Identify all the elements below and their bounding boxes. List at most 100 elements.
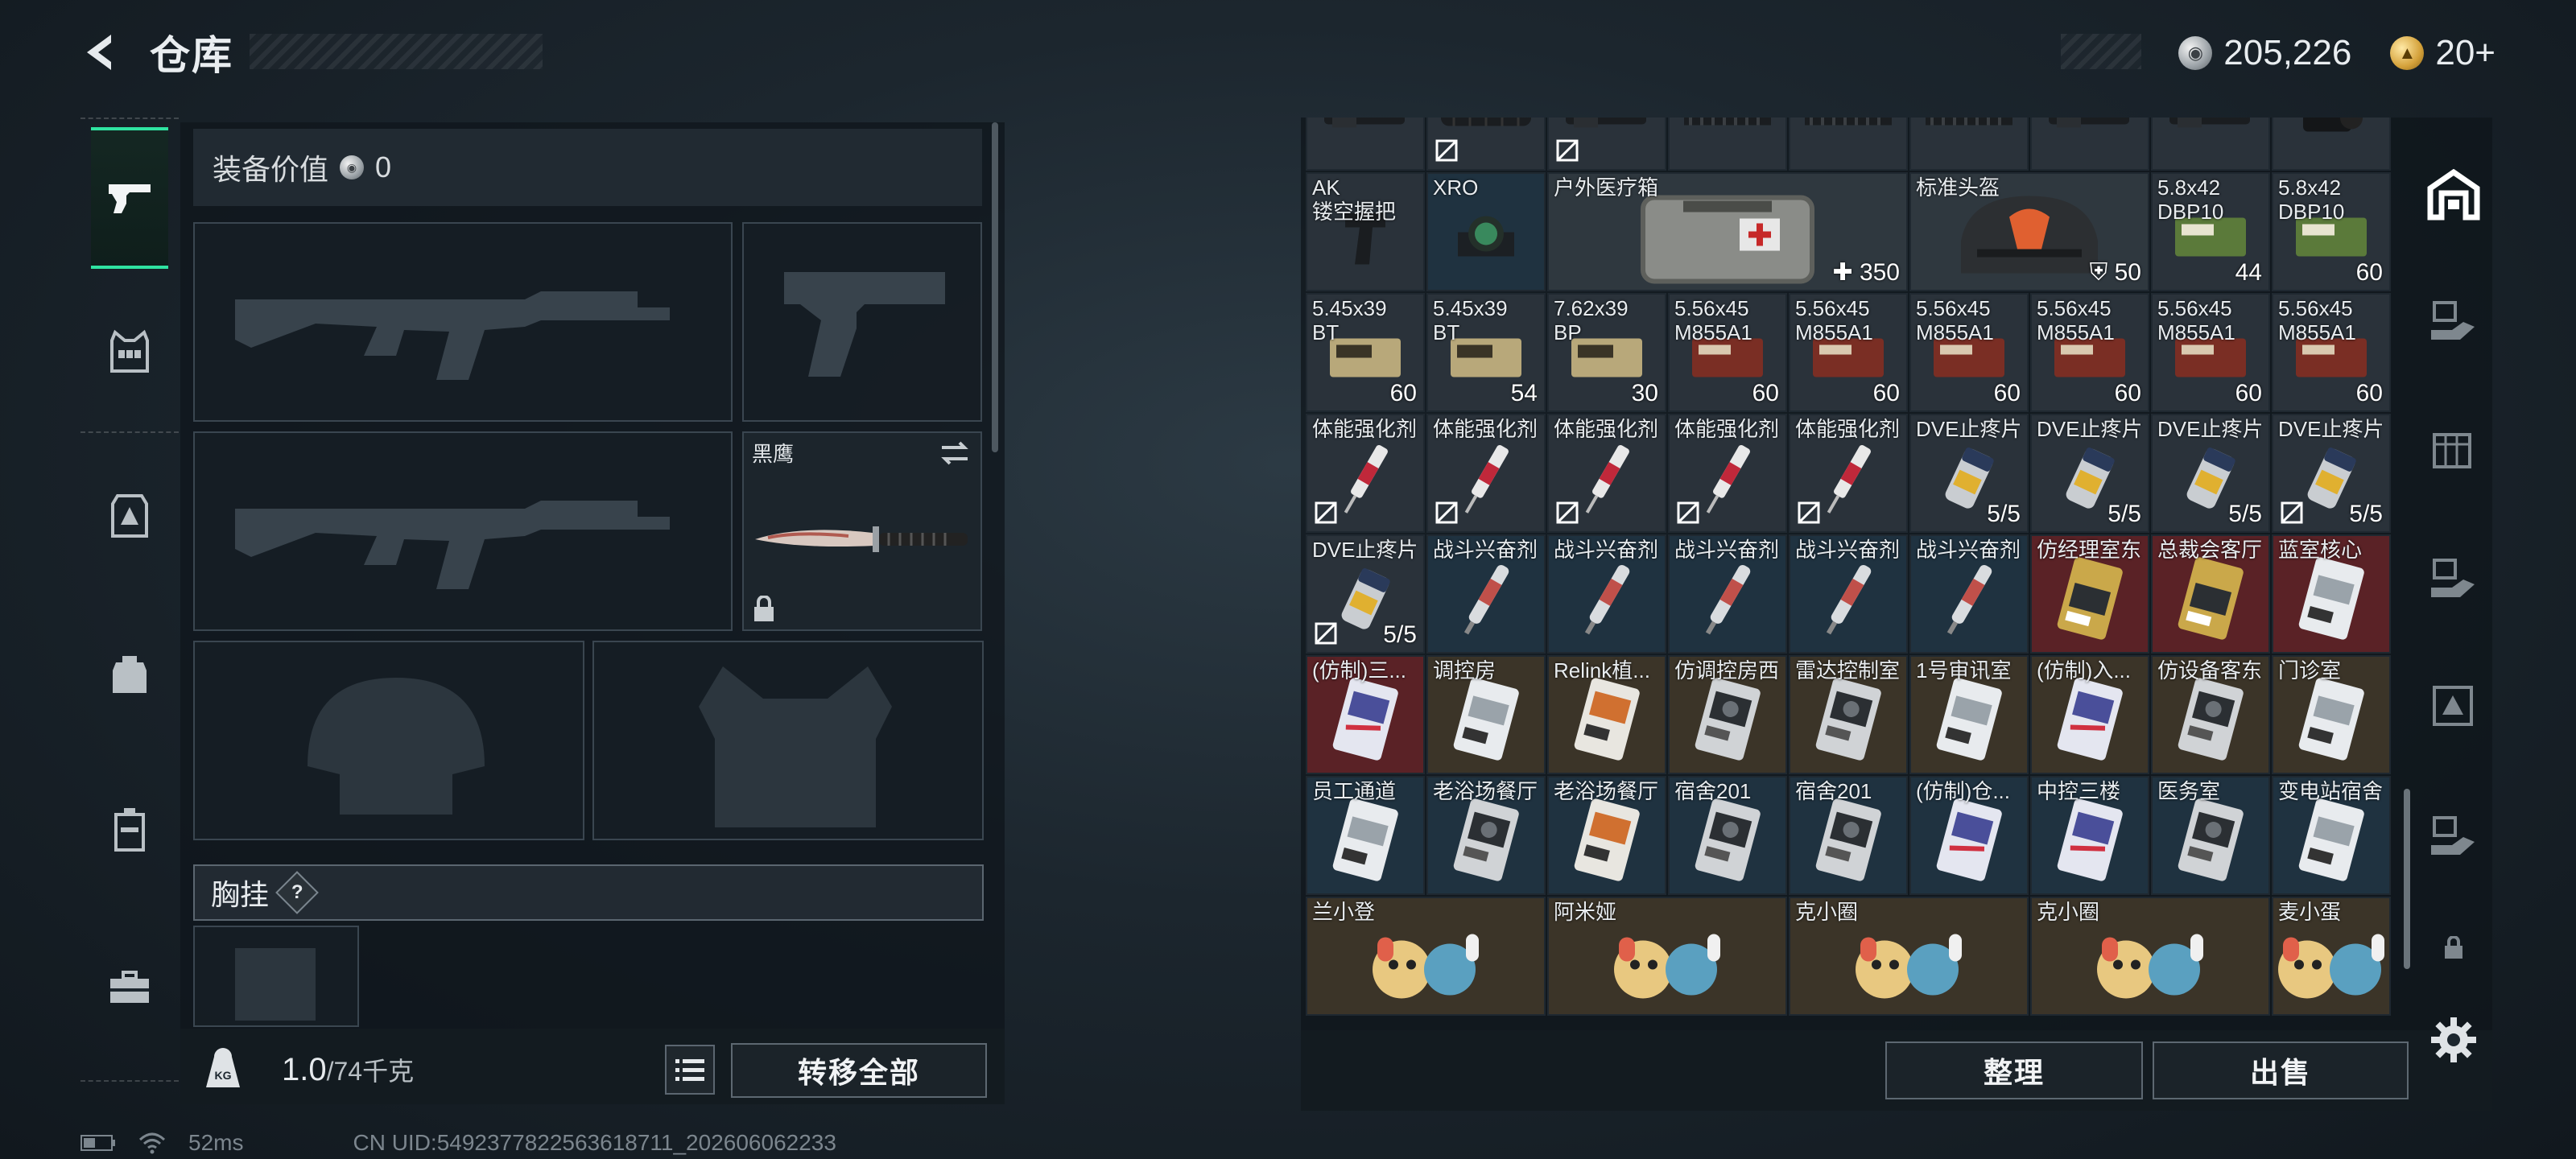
storage-expansion-1[interactable] [2415,280,2492,361]
inventory-item[interactable]: 5.8x42 DBP10 60 [2272,172,2391,291]
inventory-item[interactable]: 仿经理室东 [2030,534,2149,654]
inventory-item[interactable]: XRO [1426,172,1546,291]
inventory-item[interactable]: (仿制)入... [2030,655,2149,774]
body-armor-slot[interactable] [592,641,984,840]
inventory-item[interactable]: 体能强化剂 [1789,414,1908,533]
inventory-item[interactable]: 仿设备客东 [2151,655,2270,774]
inventory-item[interactable]: 蓝室核心 [2272,534,2391,654]
inventory-item[interactable]: DVE止疼片 5/5 [1306,534,1425,654]
settings-button[interactable] [2415,1000,2492,1080]
primary-weapon-slot[interactable] [193,222,733,422]
back-arrow-icon[interactable] [77,28,126,76]
inventory-item[interactable] [1668,118,1787,171]
inventory-item[interactable]: 宿舍201 [1668,776,1787,895]
inventory-item[interactable]: 战斗兴奋剂 [1789,534,1908,654]
inventory-item[interactable]: 战斗兴奋剂 [1547,534,1666,654]
inventory-item[interactable] [2272,118,2391,171]
swap-icon[interactable] [939,439,971,467]
inventory-item[interactable]: 5.45x39 BT 54 [1426,293,1546,412]
inventory-item[interactable]: 总裁会客厅 [2151,534,2270,654]
inventory-item[interactable]: 5.56x45 M855A1 60 [1909,293,2029,412]
inventory-item[interactable]: 变电站宿舍 [2272,776,2391,895]
item-count: 5/5 [1383,621,1417,648]
inventory-item[interactable] [1909,118,2029,171]
inventory-item[interactable] [1306,118,1425,171]
storage-expansion-4[interactable] [2415,666,2492,747]
transfer-all-button[interactable]: 转移全部 [731,1043,987,1098]
chest-rig-slot[interactable] [193,926,359,1027]
weight-max: /74千克 [326,1057,415,1086]
inventory-item[interactable]: DVE止疼片 5/5 [1909,414,2029,533]
inventory-item[interactable]: 调控房 [1426,655,1546,774]
inventory-item[interactable]: 5.56x45 M855A1 60 [2272,293,2391,412]
helmet-slot[interactable] [193,641,584,840]
inventory-item[interactable]: AK 镂空握把 [1306,172,1425,291]
inventory-item[interactable]: 雷达控制室 [1789,655,1908,774]
inventory-item[interactable]: 标准头盔 ⛨ 50 [1909,172,2149,291]
storage-expansion-2[interactable] [2415,409,2492,489]
inventory-item[interactable]: 兰小登 [1306,897,1546,1016]
inventory-item[interactable]: (仿制)三... [1306,655,1425,774]
inventory-item[interactable]: 战斗兴奋剂 [1668,534,1787,654]
category-toolbox[interactable] [80,911,179,1064]
inventory-item[interactable]: Relink植... [1547,655,1666,774]
inventory-item[interactable]: 麦小蛋 [2272,897,2391,1016]
inventory-scrollbar[interactable] [2404,789,2410,969]
inventory-item[interactable]: 中控三楼 [2030,776,2149,895]
inventory-item[interactable]: 体能强化剂 [1306,414,1425,533]
inventory-item[interactable]: DVE止疼片 5/5 [2272,414,2391,533]
inventory-item[interactable]: 医务室 [2151,776,2270,895]
pistol-slot[interactable] [742,222,982,422]
secondary-weapon-slot[interactable] [193,431,733,631]
item-count: 60 [2235,380,2262,406]
warehouse-tab[interactable] [2415,155,2492,235]
equipment-scrollbar[interactable] [992,122,998,452]
inventory-item[interactable]: 体能强化剂 [1547,414,1666,533]
inventory-item[interactable]: 1号审讯室 [1909,655,2029,774]
rifle-silhouette-icon [235,291,670,380]
inventory-item[interactable]: 5.8x42 DBP10 44 [2151,172,2270,291]
inventory-item[interactable]: 老浴场餐厅 [1426,776,1546,895]
category-vest[interactable] [80,275,179,428]
inventory-item[interactable]: (仿制)仓... [1909,776,2029,895]
help-icon[interactable]: ? [275,871,319,914]
storage-expansion-5[interactable] [2415,795,2492,876]
inventory-item[interactable]: 5.45x39 BT 60 [1306,293,1425,412]
inventory-item[interactable] [2151,118,2270,171]
inventory-item[interactable]: 户外医疗箱 ✚ 350 [1547,172,1908,291]
inventory-item[interactable]: 5.56x45 M855A1 60 [2151,293,2270,412]
inventory-item[interactable]: 5.56x45 M855A1 60 [2030,293,2149,412]
inventory-item[interactable]: DVE止疼片 5/5 [2151,414,2270,533]
category-armor[interactable] [80,439,179,592]
inventory-item[interactable]: 仿调控房西 [1668,655,1787,774]
inventory-item[interactable] [1547,118,1666,171]
inventory-item[interactable]: 员工通道 [1306,776,1425,895]
list-view-button[interactable] [665,1045,715,1095]
category-backpack[interactable] [80,597,179,750]
inventory-item[interactable]: 克小圈 [1789,897,2029,1016]
inventory-item[interactable]: 5.56x45 M855A1 60 [1668,293,1787,412]
melee-slot[interactable]: 黑鹰 [742,431,982,631]
inventory-item[interactable]: 老浴场餐厅 [1547,776,1666,895]
storage-expansion-3[interactable] [2415,538,2492,618]
inventory-item[interactable] [2030,118,2149,171]
inventory-item[interactable]: 阿米娅 [1547,897,1787,1016]
inventory-item[interactable]: 战斗兴奋剂 [1426,534,1546,654]
inventory-item[interactable] [1789,118,1908,171]
inventory-item[interactable]: 门诊室 [2272,655,2391,774]
inventory-item[interactable]: DVE止疼片 5/5 [2030,414,2149,533]
inventory-item[interactable]: 5.56x45 M855A1 60 [1789,293,1908,412]
category-weapons[interactable] [91,127,168,269]
category-case[interactable] [80,753,179,906]
inventory-item[interactable]: 体能强化剂 [1426,414,1546,533]
inventory-item[interactable]: 体能强化剂 [1668,414,1787,533]
item-name: 5.56x45 M855A1 [2278,296,2356,344]
inventory-item[interactable]: 克小圈 [2030,897,2270,1016]
card-dark-icon [1691,675,1764,768]
inventory-item[interactable]: 宿舍201 [1789,776,1908,895]
inventory-item[interactable]: 战斗兴奋剂 [1909,534,2029,654]
inventory-item[interactable] [1426,118,1546,171]
inventory-item[interactable]: 7.62x39 BP 30 [1547,293,1666,412]
sort-button[interactable]: 整理 [1885,1041,2143,1099]
sell-button[interactable]: 出售 [2153,1041,2409,1099]
